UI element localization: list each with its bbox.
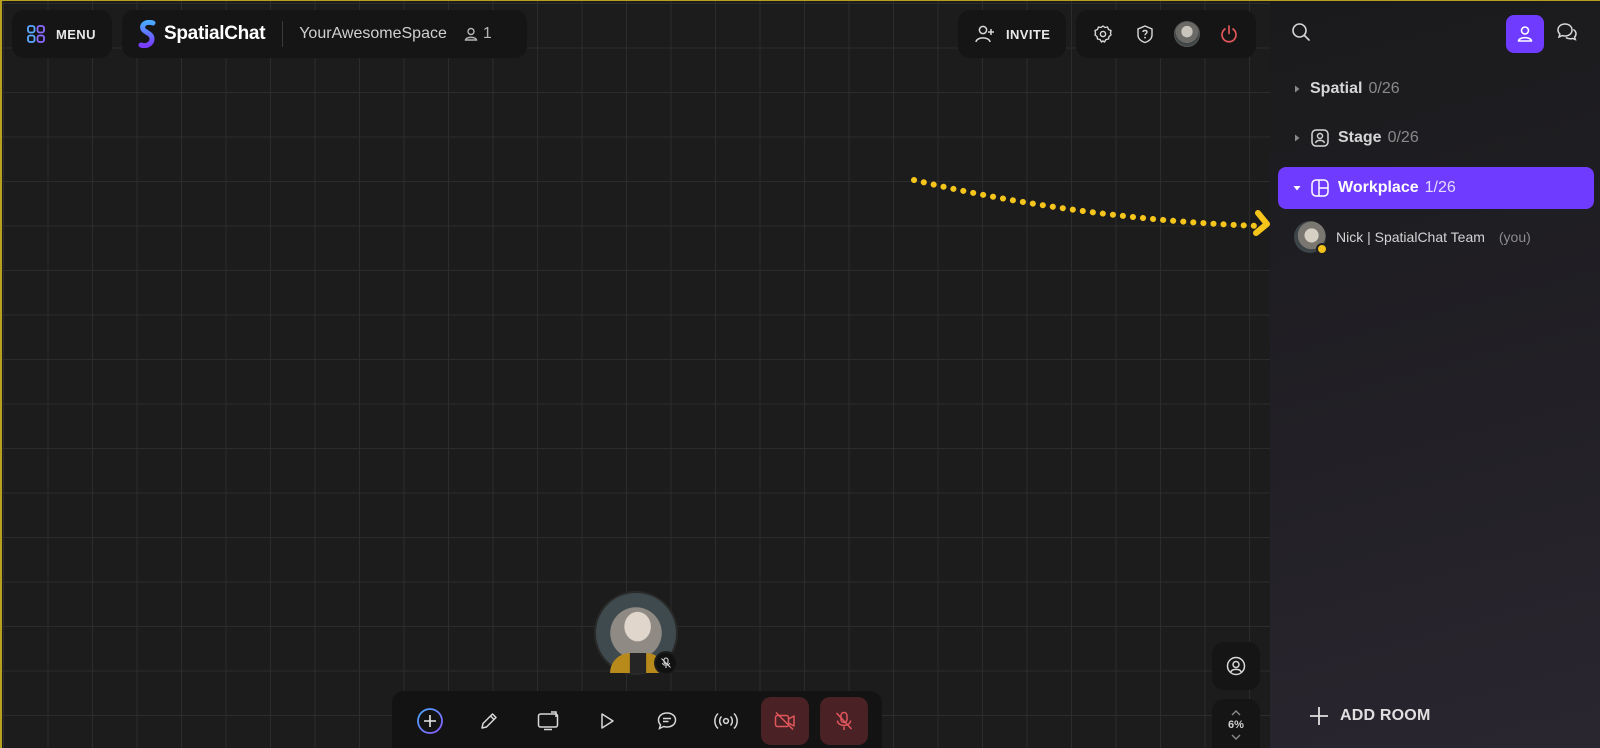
add-user-icon: [975, 25, 994, 43]
space-header: SpatialChat YourAwesomeSpace 1: [122, 10, 527, 58]
add-room-label: ADD ROOM: [1340, 707, 1431, 724]
broadcast-button[interactable]: [702, 697, 750, 745]
zoom-control: 6%: [1212, 699, 1260, 748]
chat-icon: [1557, 23, 1577, 41]
screen-share-icon: [537, 711, 559, 731]
screen-share-button[interactable]: [524, 697, 572, 745]
invite-button[interactable]: INVITE: [958, 10, 1066, 58]
center-on-me-button[interactable]: [1212, 642, 1260, 690]
mic-toggle-button[interactable]: [820, 697, 869, 745]
muted-mic-badge: [654, 651, 678, 675]
media-play-button[interactable]: [583, 697, 631, 745]
chevron-up-icon[interactable]: [1230, 709, 1242, 717]
avatar: [1294, 221, 1328, 255]
user-icon: [464, 27, 478, 41]
add-content-button[interactable]: [406, 697, 454, 745]
room-name: Spatial: [1310, 80, 1363, 97]
caret-right-icon: [1295, 85, 1300, 93]
room-name: Stage: [1338, 129, 1382, 146]
user-circle-icon: [1226, 656, 1246, 676]
member-you-tag: (you): [1498, 229, 1531, 245]
chat-tab[interactable]: [1556, 21, 1578, 48]
workplace-room-icon: [1311, 179, 1329, 197]
online-users-number: 1: [482, 25, 492, 42]
menu-button[interactable]: MENU: [12, 10, 112, 58]
grid-icon: [27, 25, 45, 43]
search-icon: [1292, 23, 1310, 41]
camera-off-icon: [774, 711, 795, 731]
room-workplace[interactable]: Workplace 1/26: [1278, 167, 1594, 209]
people-tab[interactable]: [1506, 15, 1544, 53]
rooms-sidebar: Spatial 0/26 Stage 0/26 Workplace 1/26 N…: [1270, 1, 1600, 748]
avatar: [1174, 21, 1200, 47]
online-users-count[interactable]: 1: [463, 25, 492, 43]
room-stage[interactable]: Stage 0/26: [1278, 117, 1594, 159]
menu-label: MENU: [56, 26, 96, 42]
people-icon: [1517, 26, 1533, 42]
caret-right-icon: [1295, 134, 1300, 142]
plus-circle-icon: [416, 708, 443, 734]
member-list-item[interactable]: Nick | SpatialChat Team (you): [1294, 221, 1531, 255]
gear-icon: [1094, 25, 1112, 43]
room-name: Workplace: [1338, 179, 1419, 196]
search-button[interactable]: [1290, 21, 1312, 48]
add-room-button[interactable]: ADD ROOM: [1308, 705, 1430, 727]
app-window: MENU SpatialChat YourAwesomeSpace 1 INVI…: [0, 0, 1600, 748]
plus-icon: [1310, 707, 1328, 725]
settings-button[interactable]: [1086, 17, 1120, 51]
bottom-toolbar: [392, 691, 882, 748]
draw-button[interactable]: [465, 697, 513, 745]
room-count: 1/26: [1424, 179, 1456, 196]
mic-off-icon: [661, 657, 671, 668]
chat-button[interactable]: [643, 697, 691, 745]
member-name: Nick | SpatialChat Team: [1336, 229, 1485, 245]
room-count: 0/26: [1387, 129, 1419, 146]
question-icon: [1137, 25, 1153, 44]
spatialchat-logo-icon: [138, 20, 156, 48]
camera-toggle-button[interactable]: [761, 697, 810, 745]
help-button[interactable]: [1128, 17, 1162, 51]
broadcast-icon: [714, 712, 738, 730]
power-icon: [1221, 25, 1237, 43]
brand-name: SpatialChat: [164, 23, 266, 44]
chat-bubble-icon: [657, 712, 676, 730]
space-name[interactable]: YourAwesomeSpace: [299, 25, 447, 43]
host-badge: [1316, 243, 1328, 255]
stage-room-icon: [1311, 129, 1329, 147]
leave-button[interactable]: [1212, 17, 1246, 51]
caret-down-icon: [1293, 186, 1301, 191]
zoom-level: 6%: [1228, 719, 1244, 731]
invite-label: INVITE: [1006, 26, 1051, 42]
play-icon: [601, 713, 615, 729]
chevron-down-icon[interactable]: [1230, 733, 1242, 741]
top-tools: [1076, 10, 1256, 58]
pencil-icon: [481, 713, 497, 729]
room-count: 0/26: [1368, 80, 1400, 97]
room-spatial[interactable]: Spatial 0/26: [1278, 68, 1594, 110]
mic-off-icon: [836, 711, 853, 730]
divider: [282, 21, 284, 47]
profile-button[interactable]: [1170, 17, 1204, 51]
